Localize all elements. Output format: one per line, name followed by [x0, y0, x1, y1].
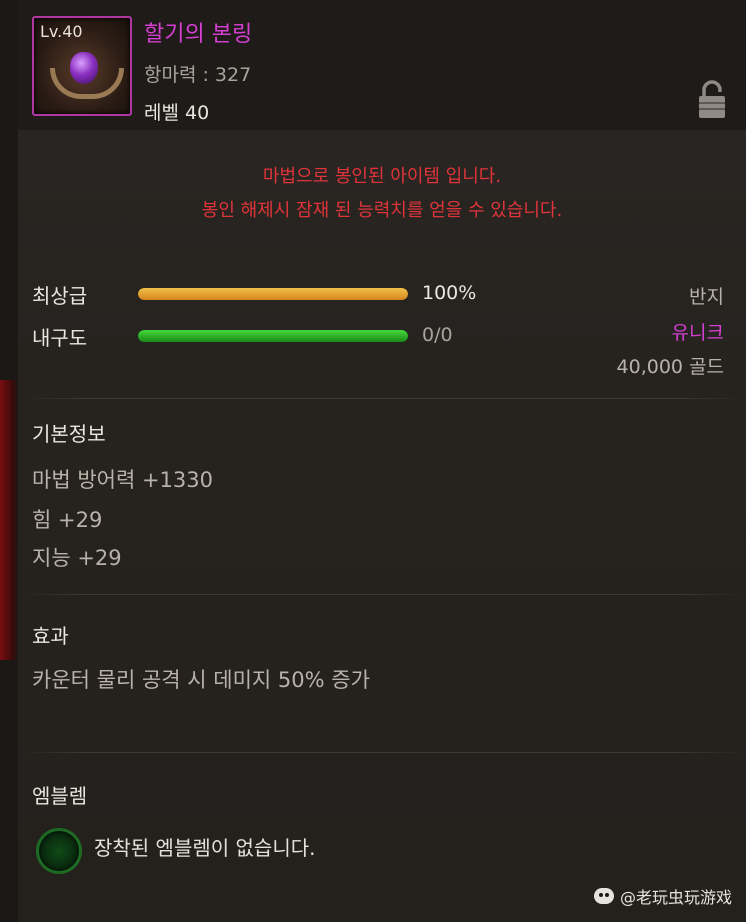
- divider: [18, 594, 746, 595]
- durability-label: 내구도: [32, 326, 88, 350]
- item-type: 반지: [689, 286, 724, 308]
- ring-gem: [70, 52, 98, 84]
- sealed-notice-line-2: 봉인 해제시 잠재 된 능력치를 얻을 수 있습니다.: [201, 200, 563, 221]
- emblem-title: 엠블렘: [32, 784, 88, 808]
- quality-bar-fill: [138, 288, 408, 300]
- item-rarity: 유니크: [671, 322, 724, 344]
- effect-title: 효과: [32, 624, 69, 648]
- quality-value: 100%: [422, 282, 477, 304]
- durability-bar: [138, 330, 408, 342]
- item-tooltip: Lv.40 할기의 본링 항마력 : 327 레벨 40 마법으로 봉인된 아이…: [18, 0, 746, 922]
- divider: [18, 752, 746, 753]
- watermark: @老玩虫玩游戏: [593, 884, 732, 908]
- basic-info-title: 기본정보: [32, 422, 106, 446]
- item-name: 할기의 본링: [144, 22, 253, 47]
- ring-item-icon: Lv.40: [32, 16, 132, 116]
- item-price: 40,000 골드: [616, 356, 724, 378]
- sealed-item-notice: 마법으로 봉인된 아이템 입니다. 봉인 해제시 잠재 된 능력치를 얻을 수 …: [18, 160, 746, 228]
- emblem-empty-text: 장착된 엠블렘이 없습니다.: [94, 836, 316, 860]
- quality-label: 최상급: [32, 284, 88, 308]
- durability-value: 0/0: [422, 324, 453, 346]
- watermark-logo-icon: [593, 888, 614, 904]
- item-magic-resist: 항마력 : 327: [144, 64, 252, 86]
- quality-bar: [138, 288, 408, 300]
- sealed-notice-line-1: 마법으로 봉인된 아이템 입니다.: [262, 166, 502, 187]
- padlock-icon[interactable]: [696, 80, 728, 120]
- watermark-text: @老玩虫玩游戏: [619, 888, 732, 907]
- emblem-slot[interactable]: [36, 828, 82, 874]
- background-character-edge: [0, 380, 18, 660]
- tooltip-header: Lv.40 할기의 본링 항마력 : 327 레벨 40: [18, 0, 746, 130]
- item-level-badge: Lv.40: [40, 22, 83, 41]
- basic-info-line: 지능 +29: [32, 546, 122, 570]
- divider: [18, 398, 746, 399]
- item-required-level: 레벨 40: [144, 102, 210, 124]
- basic-info-line: 마법 방어력 +1330: [32, 468, 213, 492]
- basic-info-line: 힘 +29: [32, 508, 103, 532]
- durability-bar-fill: [138, 330, 408, 342]
- effect-line: 카운터 물리 공격 시 데미지 50% 증가: [32, 668, 370, 692]
